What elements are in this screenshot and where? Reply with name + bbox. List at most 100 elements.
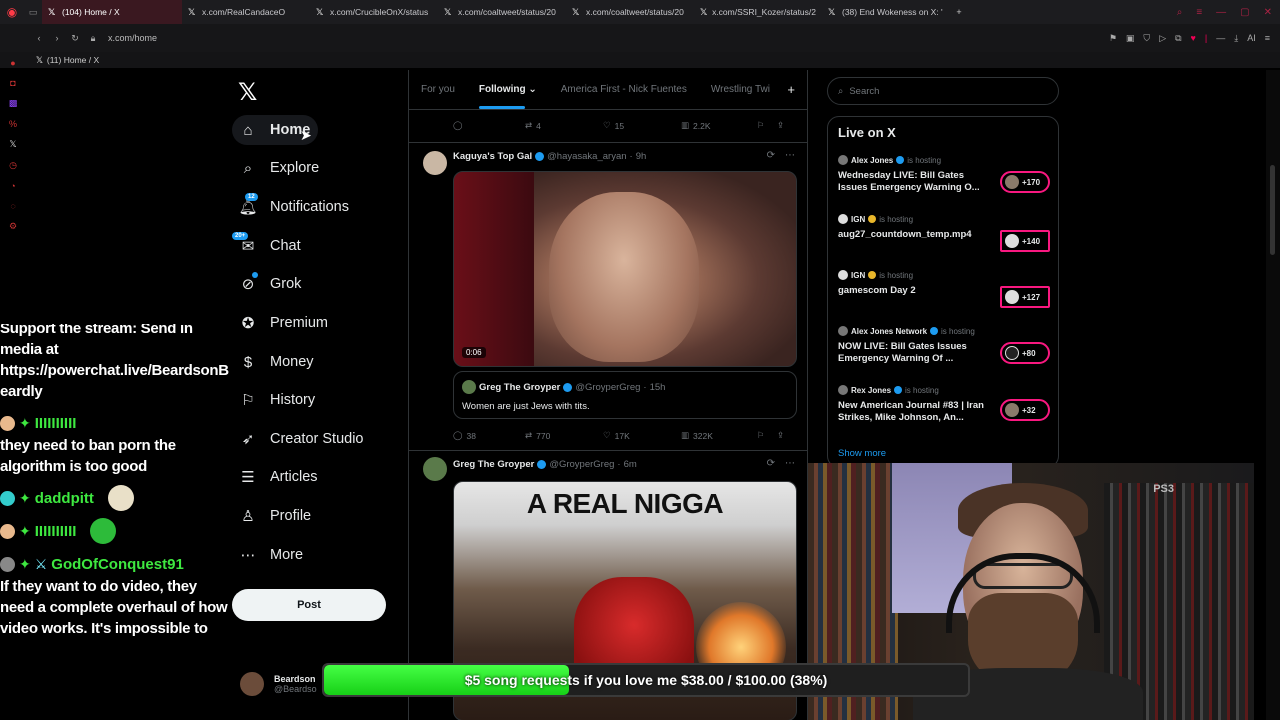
- author-name[interactable]: Kaguya's Top Gal: [453, 151, 532, 162]
- like-button[interactable]: ♡ 15: [603, 120, 681, 131]
- sidebar-item-notifications[interactable]: 🔔︎ 12 Notifications: [238, 192, 349, 222]
- live-item[interactable]: IGN is hosting gamescom Day 2 +127: [838, 270, 1050, 314]
- retweet-button[interactable]: ⇄ 4: [525, 120, 603, 131]
- grok-icon[interactable]: ⟳: [767, 150, 775, 161]
- tab-list[interactable]: America First - Nick Fuentes: [549, 84, 699, 95]
- more-icon[interactable]: ⋯: [785, 150, 795, 161]
- ai-button[interactable]: AI: [1247, 33, 1256, 43]
- line-icon[interactable]: —: [1216, 33, 1225, 43]
- post-button[interactable]: Post: [232, 589, 386, 621]
- listener-pill[interactable]: +140: [1000, 230, 1050, 252]
- new-tab-icon[interactable]: +: [950, 7, 968, 17]
- author-handle[interactable]: @GroyperGreg: [549, 459, 614, 470]
- video-player[interactable]: 0:06: [453, 171, 797, 367]
- avatar[interactable]: [423, 457, 447, 481]
- heart-icon[interactable]: ♥: [1191, 33, 1196, 43]
- scrollbar[interactable]: [1266, 70, 1280, 720]
- tweet[interactable]: Kaguya's Top Gal @hayasaka_aryan · 9h ⟳ ⋯…: [409, 143, 807, 451]
- snapshot-icon[interactable]: ▣: [1126, 33, 1135, 44]
- live-item[interactable]: Alex Jones Network is hosting NOW LIVE: B…: [838, 326, 1050, 370]
- clock-icon[interactable]: ◔: [10, 181, 15, 191]
- show-more-link[interactable]: Show more: [838, 448, 886, 459]
- account-switcher[interactable]: Beardson @Beardso: [240, 672, 317, 696]
- author-handle[interactable]: @hayasaka_aryan: [547, 151, 626, 162]
- live-item[interactable]: IGN is hosting aug27_countdown_temp.mp4 +…: [838, 214, 1050, 258]
- quoted-tweet[interactable]: Greg The Groyper @GroyperGreg · 15h Wome…: [453, 371, 797, 419]
- sidebar-item-money[interactable]: $ Money: [238, 347, 314, 377]
- menu-icon[interactable]: ≡: [1265, 33, 1270, 43]
- tab-list[interactable]: Wrestling Twi: [699, 84, 782, 95]
- like-button[interactable]: ♡ 17K: [603, 430, 681, 441]
- extension-icon[interactable]: ⧉: [1175, 33, 1181, 44]
- download-icon[interactable]: ⤓: [1234, 33, 1238, 44]
- search-input[interactable]: ⌕ Search: [827, 77, 1059, 105]
- bookmark-button[interactable]: ⚐: [757, 120, 777, 131]
- sidebar-item-grok[interactable]: ⊘ Grok: [238, 269, 301, 299]
- tweet-time[interactable]: 6m: [624, 459, 637, 470]
- listener-pill[interactable]: +32: [1000, 399, 1050, 421]
- bookmark-item[interactable]: (11) Home / X: [47, 55, 99, 65]
- browser-tab[interactable]: 𝕏 (38) End Wokeness on X: ': [822, 0, 950, 24]
- sidebar-item-profile[interactable]: ♙ Profile: [238, 501, 311, 531]
- chat-rail-icon[interactable]: ◌: [10, 201, 15, 211]
- live-item[interactable]: Alex Jones is hosting Wednesday LIVE: Bil…: [838, 155, 1050, 199]
- reply-button[interactable]: ◯: [453, 120, 525, 131]
- sidebar-item-more[interactable]: ⋯ More: [238, 540, 304, 570]
- twitch-icon[interactable]: ▩: [9, 98, 18, 109]
- minimize-icon[interactable]: —: [1216, 7, 1226, 18]
- listener-pill[interactable]: +80: [1000, 342, 1050, 364]
- host-avatar: [838, 326, 848, 336]
- listener-pill[interactable]: +170: [1000, 171, 1050, 193]
- sidebar-item-creator-studio[interactable]: ➶ Creator Studio: [238, 424, 364, 454]
- sidebar-item-explore[interactable]: ⌕ Explore: [238, 153, 319, 183]
- browser-tab[interactable]: 𝕏x.com/SSRI_Kozer/status/2: [694, 0, 822, 24]
- reply-button[interactable]: ◯ 38: [453, 430, 525, 441]
- add-tab-icon[interactable]: +: [787, 82, 795, 97]
- x-rail-icon[interactable]: 𝕏: [9, 139, 16, 150]
- close-icon[interactable]: ✕: [1264, 7, 1272, 18]
- more-icon[interactable]: ⋯: [785, 458, 795, 469]
- browser-tab[interactable]: 𝕏x.com/CrucibleOnX/status: [310, 0, 438, 24]
- sidebar-item-premium[interactable]: ✪ Premium: [238, 308, 328, 338]
- tweet-time[interactable]: 9h: [636, 151, 647, 162]
- back-icon[interactable]: ‹: [30, 33, 48, 43]
- search-tabs-icon[interactable]: ⌕: [1177, 7, 1183, 18]
- sidebar-item-history[interactable]: ⚐ History: [238, 385, 315, 415]
- settings-icon[interactable]: ⚙: [9, 221, 17, 232]
- tab-for-you[interactable]: For you: [409, 84, 467, 95]
- share-button[interactable]: ⇪: [777, 430, 784, 441]
- avatar[interactable]: [423, 151, 447, 175]
- sidebar-item-articles[interactable]: ☰ Articles: [238, 462, 317, 492]
- forward-icon[interactable]: ›: [48, 33, 66, 43]
- live-item[interactable]: Rex Jones is hosting New American Journal…: [838, 385, 1050, 429]
- bookmark-icon[interactable]: ⚑: [1109, 33, 1117, 44]
- opera-logo-icon[interactable]: ◉: [0, 5, 24, 19]
- url-field[interactable]: x.com/home: [108, 33, 157, 43]
- play-icon[interactable]: ▷: [1159, 33, 1166, 44]
- views-button[interactable]: ▥ 322K: [681, 430, 757, 441]
- scrollbar-thumb[interactable]: [1270, 165, 1275, 255]
- grok-icon[interactable]: ⟳: [767, 458, 775, 469]
- author-name[interactable]: Greg The Groyper: [453, 459, 534, 470]
- listener-pill[interactable]: +127: [1000, 286, 1050, 308]
- sidebar-item-chat[interactable]: ✉ 20+ Chat: [232, 231, 301, 261]
- browser-tab[interactable]: 𝕏x.com/coaltweet/status/20: [438, 0, 566, 24]
- bookmark-button[interactable]: ⚐: [757, 430, 777, 441]
- share-button[interactable]: ⇪: [777, 120, 784, 131]
- retweet-button[interactable]: ⇄ 770: [525, 430, 603, 441]
- percent-icon[interactable]: %: [9, 119, 17, 129]
- messenger-icon[interactable]: ●: [10, 58, 15, 68]
- browser-tab[interactable]: 𝕏 (104) Home / X: [42, 0, 182, 24]
- views-button[interactable]: ▥ 2.2K: [681, 120, 757, 131]
- browser-tab[interactable]: 𝕏x.com/RealCandaceO: [182, 0, 310, 24]
- instagram-icon[interactable]: ◘: [10, 78, 15, 88]
- tab-following[interactable]: Following ⌄: [467, 84, 549, 109]
- browser-tab[interactable]: 𝕏x.com/coaltweet/status/20: [566, 0, 694, 24]
- reload-icon[interactable]: ↻: [66, 33, 84, 44]
- tab-menu-icon[interactable]: ▭: [24, 7, 42, 18]
- menu-icon[interactable]: ≡: [1196, 7, 1202, 18]
- history-icon[interactable]: ◷: [9, 160, 17, 171]
- maximize-icon[interactable]: ▢: [1240, 7, 1249, 18]
- shield-icon[interactable]: ⛉: [1143, 33, 1150, 44]
- x-logo-icon[interactable]: 𝕏: [238, 78, 257, 107]
